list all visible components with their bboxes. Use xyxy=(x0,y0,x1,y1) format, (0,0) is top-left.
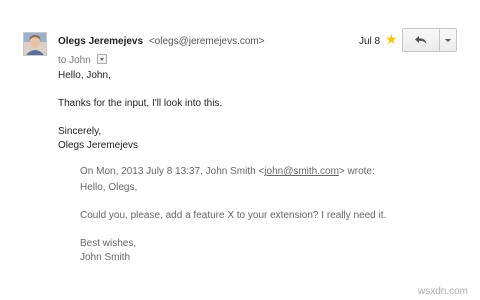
recipient-line: to John xyxy=(58,53,107,66)
reply-arrow-icon xyxy=(415,36,427,44)
body-message: Thanks for the input, I'll look into thi… xyxy=(58,98,223,109)
quoted-closing: Best wishes, xyxy=(80,238,137,249)
quoted-message: On Mon, 2013 July 8 13:37, John Smith <j… xyxy=(80,165,386,265)
reply-button[interactable] xyxy=(403,29,440,51)
body-closing: Sincerely, xyxy=(58,126,102,137)
sender-name[interactable]: Olegs Jeremejevs xyxy=(58,36,143,47)
sender-line: Olegs Jeremejevs <olegs@jeremejevs.com> xyxy=(58,36,265,47)
quoted-greeting: Hello, Olegs, xyxy=(80,182,138,193)
email-date[interactable]: Jul 8 xyxy=(359,36,380,47)
avatar-photo xyxy=(24,33,46,55)
quoted-header-prefix: On Mon, 2013 July 8 13:37, John Smith < xyxy=(80,166,265,177)
more-actions-button[interactable] xyxy=(440,29,456,51)
message-body: Hello, John, Thanks for the input, I'll … xyxy=(58,69,222,153)
caret-down-icon xyxy=(445,38,451,42)
recipient-details-dropdown[interactable] xyxy=(96,54,107,64)
star-icon[interactable]: ★ xyxy=(385,32,398,46)
watermark: wsxdn.com xyxy=(418,286,469,297)
sender-avatar[interactable] xyxy=(23,32,47,56)
sender-email: <olegs@jeremejevs.com> xyxy=(148,36,265,47)
recipient-label: to John xyxy=(58,55,91,66)
reply-button-group xyxy=(402,28,457,52)
body-signature: Olegs Jeremejevs xyxy=(58,140,139,151)
quoted-signature: John Smith xyxy=(80,252,131,263)
quoted-header-suffix: > wrote: xyxy=(338,166,375,177)
quoted-header: On Mon, 2013 July 8 13:37, John Smith <j… xyxy=(80,165,386,179)
body-greeting: Hello, John, xyxy=(58,70,111,81)
quoted-message-text: Could you, please, add a feature X to yo… xyxy=(80,210,387,221)
quoted-sender-email-link[interactable]: john@smith.com xyxy=(264,166,339,177)
